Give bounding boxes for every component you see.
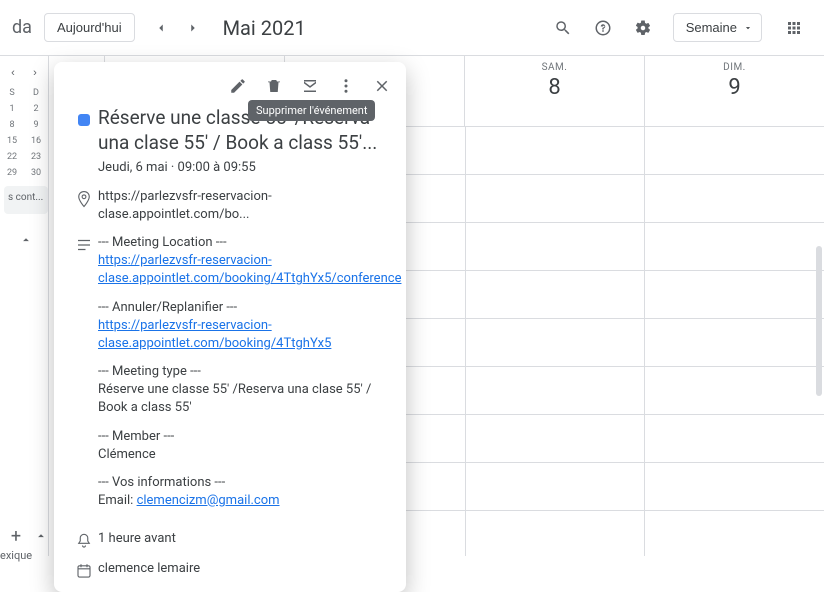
day-number: 9 (645, 75, 824, 100)
desc-loc-header: --- Meeting Location --- (98, 234, 401, 252)
more-vertical-icon (337, 77, 355, 95)
meeting-type-value: Réserve une classe 55' /Reserva una clas… (98, 381, 401, 417)
event-datetime: Jeudi, 6 mai · 09:00 à 09:55 (98, 159, 390, 177)
sidebar: ‹ › SD 12 89 1516 2223 2930 s cont... + … (0, 56, 48, 556)
mini-day[interactable]: 23 (28, 152, 44, 162)
mini-day[interactable]: 29 (4, 168, 20, 178)
day-column[interactable] (465, 126, 645, 556)
day-number: 8 (465, 75, 644, 100)
email-link[interactable]: clemencizm@gmail.com (137, 493, 280, 508)
people-search[interactable]: s cont... (4, 186, 48, 214)
mini-prev-button[interactable]: ‹ (4, 64, 22, 82)
search-button[interactable] (545, 10, 581, 46)
delete-tooltip: Supprimer l'événement (248, 100, 375, 121)
day-header[interactable]: DIM. 9 (645, 56, 824, 126)
more-options-button[interactable] (330, 70, 362, 102)
mini-day[interactable]: 2 (28, 104, 44, 114)
day-column[interactable] (644, 126, 824, 556)
mini-day[interactable]: 1 (4, 104, 20, 114)
email-guests-button[interactable] (294, 70, 326, 102)
sidebar-bottom: + (4, 524, 48, 548)
next-week-button[interactable] (179, 14, 207, 42)
mini-day[interactable]: 8 (4, 120, 20, 130)
day-name: DIM. (645, 62, 824, 73)
organizer-value: clemence lemaire (98, 560, 390, 578)
reminder-value: 1 heure avant (98, 530, 390, 548)
event-details-popup: Supprimer l'événement Réserve une classe… (54, 62, 406, 592)
settings-button[interactable] (625, 10, 661, 46)
desc-cancel-header: --- Annuler/Replanifier --- (98, 299, 401, 317)
apps-button[interactable] (776, 10, 812, 46)
mail-icon (301, 77, 319, 95)
month-title[interactable]: Mai 2021 (223, 16, 306, 40)
email-label: Email: (98, 493, 137, 508)
popup-body: Réserve une classe 55' /Reserva una clas… (54, 102, 406, 580)
mini-day[interactable]: 22 (4, 152, 20, 162)
help-icon (594, 19, 612, 37)
week-nav (147, 14, 207, 42)
close-popup-button[interactable] (366, 70, 398, 102)
search-icon (554, 19, 572, 37)
reschedule-link[interactable]: https://parlezvsfr-reservacion-clase.app… (98, 318, 331, 351)
day-name: SAM. (465, 62, 644, 73)
meeting-location-link[interactable]: https://parlezvsfr-reservacion-clase.app… (98, 253, 401, 286)
chevron-left-icon (154, 21, 168, 35)
gear-icon (634, 19, 652, 37)
mini-cal-nav: ‹ › (4, 64, 44, 82)
trash-icon (265, 77, 283, 95)
delete-event-button[interactable] (258, 70, 290, 102)
logo-text: da (12, 17, 32, 38)
mini-calendar[interactable]: SD 12 89 15 16 22 23 29 30 (4, 88, 44, 178)
chevron-up-icon[interactable] (34, 529, 48, 543)
help-button[interactable] (585, 10, 621, 46)
add-calendar-button[interactable]: + (4, 524, 28, 548)
member-value: Clémence (98, 446, 401, 464)
header-icons: Semaine (545, 10, 812, 46)
apps-grid-icon (785, 19, 803, 37)
mini-dow: S (4, 88, 20, 98)
event-description: --- Meeting Location --- https://parlezv… (98, 234, 401, 520)
chevron-right-icon (186, 21, 200, 35)
desc-info-header: --- Vos informations --- (98, 474, 401, 492)
mini-next-button[interactable]: › (26, 64, 44, 82)
prev-week-button[interactable] (147, 14, 175, 42)
sidebar-collapse[interactable] (12, 226, 40, 254)
mini-dow: D (28, 88, 44, 98)
chevron-up-icon (19, 233, 33, 247)
dropdown-caret-icon (743, 23, 753, 33)
mini-day[interactable]: 30 (28, 168, 44, 178)
view-selector[interactable]: Semaine (673, 13, 762, 42)
view-selector-label: Semaine (686, 20, 737, 35)
edit-event-button[interactable] (222, 70, 254, 102)
close-icon (373, 77, 391, 95)
pencil-icon (229, 77, 247, 95)
bell-icon (75, 532, 93, 550)
calendar-icon (75, 562, 93, 580)
app-header: da Aujourd'hui Mai 2021 Semaine (0, 0, 824, 56)
scrollbar[interactable] (816, 246, 822, 396)
today-button[interactable]: Aujourd'hui (44, 13, 135, 42)
popup-actions: Supprimer l'événement (54, 62, 406, 102)
event-color-icon (78, 114, 90, 126)
desc-member-header: --- Member --- (98, 428, 401, 446)
description-icon (75, 236, 93, 254)
mini-day[interactable]: 9 (28, 120, 44, 130)
desc-type-header: --- Meeting type --- (98, 363, 401, 381)
day-header[interactable]: SAM. 8 (465, 56, 645, 126)
mini-day[interactable]: 16 (28, 136, 44, 146)
mini-day[interactable]: 15 (4, 136, 20, 146)
location-icon (75, 190, 93, 208)
event-location[interactable]: https://parlezvsfr-reservacion-clase.app… (98, 188, 390, 224)
